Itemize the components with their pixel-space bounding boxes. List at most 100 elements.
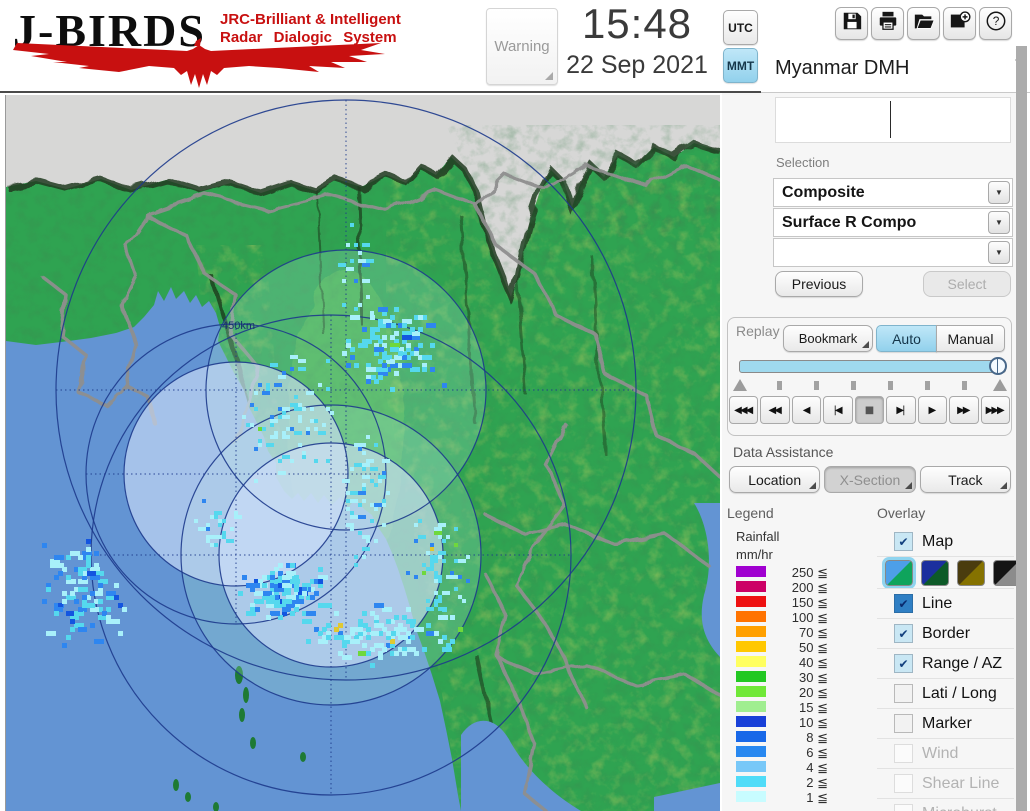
legend-row: 150 ≦: [736, 595, 836, 610]
play-backward-button[interactable]: ◀: [791, 396, 822, 424]
step-back-button[interactable]: |◀: [823, 396, 853, 424]
timezone-utc-button[interactable]: UTC: [723, 10, 758, 45]
selection-dropdown-3[interactable]: ▼: [773, 238, 1013, 267]
manual-mode-button[interactable]: Manual: [936, 325, 1005, 352]
legend-color-swatch: [736, 596, 766, 607]
overlay-list: ✔ Map ✔ Line ✔ Border ✔ Range / AZ Lati / Long Ma…: [877, 527, 1021, 811]
svg-text:?: ?: [992, 14, 999, 28]
radar-map[interactable]: 450km: [5, 95, 720, 811]
step-forward-button[interactable]: ▶|: [886, 396, 916, 424]
timeline-start-marker[interactable]: [733, 379, 747, 391]
overlay-item-border[interactable]: ✔ Border: [877, 618, 1014, 648]
legend-threshold-value: 50 ≦: [799, 640, 828, 655]
help-icon: ?: [985, 10, 1007, 37]
legend-threshold-value: 200 ≦: [791, 580, 828, 595]
rewind-button[interactable]: ◀◀: [760, 396, 790, 424]
bookmark-button[interactable]: Bookmark: [783, 325, 873, 352]
legend-row: 200 ≦: [736, 580, 836, 595]
overlay-item-range-az[interactable]: ✔ Range / AZ: [877, 648, 1014, 678]
overlay-item-label: Map: [922, 532, 954, 550]
checkbox-border[interactable]: ✔: [894, 624, 913, 643]
x-section-button[interactable]: X-Section: [824, 466, 916, 493]
legend-threshold-value: 70 ≦: [799, 625, 828, 640]
play-button[interactable]: ▶: [917, 396, 948, 424]
overlay-item-map[interactable]: ✔ Map: [877, 527, 1014, 556]
selection-dropdown-1[interactable]: Composite ▼: [773, 178, 1013, 207]
overlay-item-label: Wind: [922, 744, 959, 762]
legend-threshold-value: 30 ≦: [799, 670, 828, 685]
legend-color-swatch: [736, 581, 766, 592]
save-button[interactable]: [835, 7, 868, 40]
timeline-tick: [851, 381, 856, 390]
legend-row: 1 ≦: [736, 790, 836, 805]
checkbox-range-az[interactable]: ✔: [894, 654, 913, 673]
legend-unit-line1: Rainfall: [736, 529, 780, 544]
fastest-forward-button[interactable]: ▶▶▶: [980, 396, 1010, 424]
chevron-down-icon[interactable]: ▼: [988, 181, 1010, 204]
legend-threshold-value: 4 ≦: [806, 760, 828, 775]
auto-mode-button[interactable]: Auto: [876, 325, 937, 352]
legend-unit-line2: mm/hr: [736, 547, 773, 562]
chevron-down-icon[interactable]: ▼: [988, 211, 1010, 234]
legend-row: 6 ≦: [736, 745, 836, 760]
map-style-swatch-1[interactable]: [882, 556, 916, 589]
location-button[interactable]: Location: [729, 466, 821, 493]
save-icon: [841, 10, 863, 37]
legend-color-swatch: [736, 686, 766, 697]
legend-threshold-value: 6 ≦: [806, 745, 828, 760]
clock-date: 22 Sep 2021: [566, 51, 708, 79]
legend-threshold-value: 8 ≦: [806, 730, 828, 745]
checkbox-marker[interactable]: [894, 714, 913, 733]
overlay-item-microburst: Microburst: [877, 798, 1014, 811]
overlay-item-shear-line: Shear Line: [877, 768, 1014, 798]
legend-row: 15 ≦: [736, 700, 836, 715]
overlay-item-line[interactable]: ✔ Line: [877, 588, 1014, 618]
svg-text:450km: 450km: [222, 320, 255, 332]
checkbox-map[interactable]: ✔: [894, 532, 913, 551]
replay-timeline-slider[interactable]: [739, 360, 1006, 373]
status-box: [775, 97, 1011, 143]
fast-forward-button[interactable]: ▶▶: [949, 396, 979, 424]
app-logo-subtitle-1: JRC-Brilliant & Intelligent: [220, 11, 401, 28]
legend-row: 40 ≦: [736, 655, 836, 670]
legend-color-swatch: [736, 626, 766, 637]
legend-label: Legend: [727, 505, 774, 521]
open-folder-button[interactable]: [907, 7, 940, 40]
stop-button[interactable]: ■: [854, 396, 885, 424]
timezone-mmt-button[interactable]: MMT: [723, 48, 758, 83]
selection-dropdown-2[interactable]: Surface R Compo ▼: [773, 208, 1013, 237]
overlay-item-label: Border: [922, 624, 971, 642]
previous-button[interactable]: Previous: [775, 271, 863, 297]
panel-edge-strip[interactable]: [1016, 46, 1027, 811]
legend-color-swatch: [736, 731, 766, 742]
checkbox-line[interactable]: ✔: [894, 594, 913, 613]
timeline-end-marker[interactable]: [993, 379, 1007, 391]
legend-row: 4 ≦: [736, 760, 836, 775]
overlay-item-marker[interactable]: Marker: [877, 708, 1014, 738]
replay-slider-handle[interactable]: [989, 357, 1007, 375]
legend-color-swatch: [736, 761, 766, 772]
chevron-down-icon[interactable]: ▼: [988, 241, 1010, 264]
legend-color-swatch: [736, 656, 766, 667]
legend-color-swatch: [736, 671, 766, 682]
select-button[interactable]: Select: [923, 271, 1011, 297]
checkbox-lati-long[interactable]: [894, 684, 913, 703]
track-button[interactable]: Track: [919, 466, 1011, 493]
map-style-swatch-2[interactable]: [921, 559, 949, 586]
legend-row: 50 ≦: [736, 640, 836, 655]
legend-row: 70 ≦: [736, 625, 836, 640]
overlay-item-label: Line: [922, 594, 953, 612]
fast-rewind-button[interactable]: ◀◀◀: [729, 396, 759, 424]
screenshot-add-icon: [949, 10, 971, 37]
legend-row: 10 ≦: [736, 715, 836, 730]
warning-button[interactable]: Warning: [486, 8, 558, 85]
map-style-swatch-3[interactable]: [957, 559, 985, 586]
legend-threshold-value: 250 ≦: [791, 565, 828, 580]
print-button[interactable]: [871, 7, 904, 40]
help-button[interactable]: ?: [979, 7, 1012, 40]
screenshot-add-button[interactable]: [943, 7, 976, 40]
timeline-tick: [888, 381, 893, 390]
overlay-item-lati-long[interactable]: Lati / Long: [877, 678, 1014, 708]
open-folder-icon: [913, 10, 935, 37]
replay-label: Replay: [736, 323, 780, 339]
